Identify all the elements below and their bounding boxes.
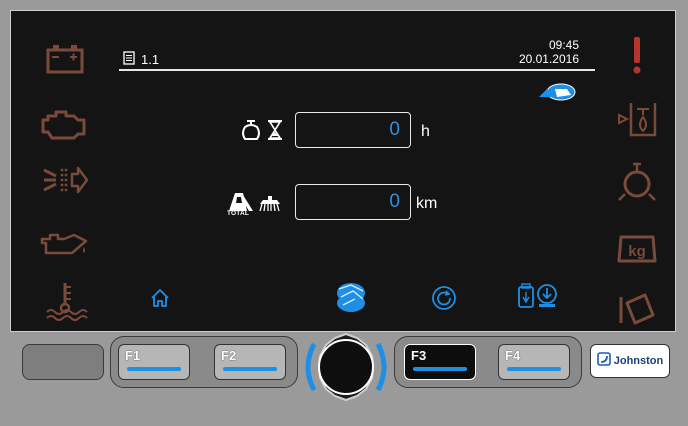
engine-warning-icon [37,103,93,143]
blank-panel-key [22,344,104,380]
total-distance-label: TOTAL [227,191,281,219]
engine-hours-value: 0 [389,119,400,140]
hourglass-icon [267,119,283,146]
display-screen: kg 1.1 09:45 20.01.2016 0 h TOTAL 0 km [10,10,676,332]
overload-kg-icon: kg [609,229,665,269]
total-caption: TOTAL [227,210,250,217]
hydraulic-filter-warning-icon [609,99,665,139]
total-distance-unit: km [416,195,438,212]
f2-indicator [223,367,277,371]
johnston-logo-icon [596,351,611,371]
f2-label: F2 [221,348,237,363]
header-divider [119,69,595,71]
document-icon [123,51,135,68]
f2-button[interactable]: F2 [214,344,286,380]
reset-cycle-icon[interactable] [431,285,457,311]
hopper-status-icon [537,81,577,108]
f3-indicator [413,367,467,371]
f1-button[interactable]: F1 [118,344,190,380]
engine-hours-unit: h [421,123,430,140]
machine-total-icon: TOTAL [227,191,255,219]
f4-indicator [507,367,561,371]
page-indicator: 1.1 [123,51,159,68]
oil-pressure-warning-icon [37,225,93,265]
air-filter-warning-icon [37,161,93,201]
f3-button[interactable]: F3 [404,344,476,380]
suction-fan-warning-icon [609,162,665,203]
engine-hours-label [241,119,283,146]
clock: 09:45 20.01.2016 [519,38,579,66]
engine-hours-field: 0 [295,112,411,148]
home-icon[interactable] [149,287,171,309]
general-warning-icon [609,35,665,75]
brush-sweep-icon [259,194,281,217]
svg-text:kg: kg [628,243,646,260]
rotary-knob[interactable] [300,332,392,402]
time-display: 09:45 [548,38,579,52]
total-distance-value: 0 [389,191,400,212]
total-distance-field: 0 [295,184,411,220]
f1-indicator [127,367,181,371]
usb-download-icon[interactable] [517,283,561,309]
hopper-menu-icon[interactable] [333,279,369,315]
engine-icon [241,119,261,146]
johnston-logo: Johnston [590,344,670,378]
battery-warning-icon [37,39,93,79]
f4-label: F4 [505,348,521,363]
f3-label: F3 [411,348,427,363]
coolant-temperature-warning-icon [37,281,93,321]
page-number: 1.1 [141,52,160,67]
hopper-tilt-icon [609,289,665,329]
date-display: 20.01.2016 [518,52,579,66]
brand-name: Johnston [613,355,664,367]
f4-button[interactable]: F4 [498,344,570,380]
f1-label: F1 [125,348,141,363]
